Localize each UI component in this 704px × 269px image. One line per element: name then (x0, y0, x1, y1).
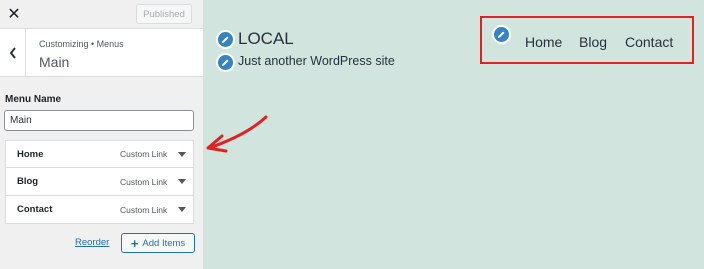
menu-item-title: Blog (17, 176, 39, 187)
chevron-down-icon[interactable] (178, 179, 186, 184)
menu-item-title: Home (17, 148, 44, 160)
menu-item-home[interactable]: Home Custom Link (5, 140, 194, 168)
edit-tagline-shortcut[interactable] (216, 53, 235, 72)
chevron-down-icon[interactable] (178, 152, 186, 157)
arrow-annotation (206, 115, 268, 153)
chevron-down-icon[interactable] (178, 207, 186, 212)
customizer-topbar: ✕ Published (0, 0, 203, 29)
reorder-link[interactable]: Reorder (75, 237, 109, 248)
nav-link-blog[interactable]: Blog (579, 34, 607, 50)
chevron-left-icon (9, 47, 16, 59)
nav-link-home[interactable]: Home (525, 34, 562, 50)
close-icon: ✕ (7, 6, 21, 23)
menu-item-type: Custom Link (120, 149, 168, 159)
edit-site-title-shortcut[interactable] (216, 30, 235, 49)
menu-item-title: Contact (17, 204, 53, 215)
pencil-icon (221, 59, 229, 67)
pencil-icon (221, 36, 229, 44)
add-items-button[interactable]: + Add Items (121, 233, 195, 253)
customizer-sidebar: ✕ Published Customizing • Menus Main Men… (0, 0, 204, 269)
plus-icon: + (130, 235, 139, 251)
menu-item-contact[interactable]: Contact Custom Link (5, 196, 194, 224)
site-title[interactable]: LOCAL (238, 29, 294, 49)
menu-name-input[interactable] (4, 110, 194, 131)
back-button[interactable] (0, 29, 26, 77)
menu-name-label: Menu Name (5, 94, 62, 105)
menu-item-blog[interactable]: Blog Custom Link (5, 168, 194, 196)
menu-item-type: Custom Link (120, 204, 168, 215)
publish-button[interactable]: Published (136, 4, 192, 24)
site-tagline: Just another WordPress site (238, 54, 395, 68)
section-title: Main (39, 54, 70, 70)
pencil-icon (497, 31, 505, 39)
menu-items-list: Home Custom Link Blog Custom Link Contac… (5, 140, 194, 224)
add-items-label: Add Items (142, 237, 186, 249)
breadcrumb: Customizing • Menus (39, 39, 124, 49)
nav-link-contact[interactable]: Contact (625, 34, 673, 50)
section-header: Customizing • Menus Main (0, 29, 203, 77)
edit-menu-shortcut[interactable] (492, 25, 511, 44)
menu-item-type: Custom Link (120, 176, 168, 187)
close-button[interactable]: ✕ (0, 0, 28, 28)
